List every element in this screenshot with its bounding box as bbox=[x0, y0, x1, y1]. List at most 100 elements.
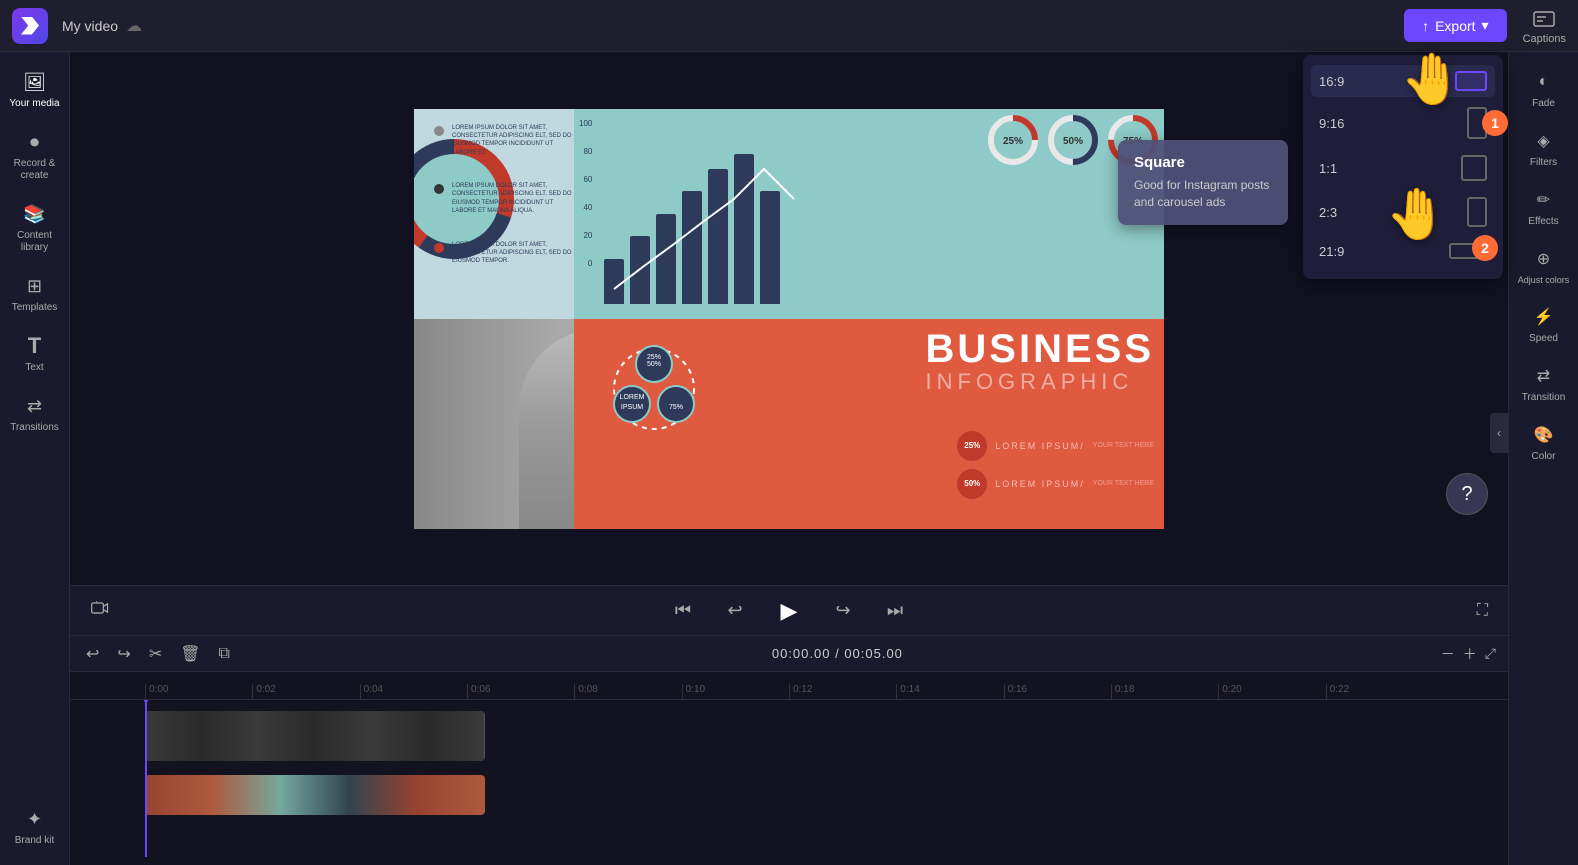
right-tool-transition[interactable]: ⇄ Transition bbox=[1514, 356, 1574, 411]
forward-button[interactable]: ↪ bbox=[827, 595, 859, 627]
tooltip-title: Square bbox=[1134, 154, 1272, 171]
canvas-area: LOREM IPSUM DOLOR SIT AMET, CONSECTETUR … bbox=[414, 109, 1164, 529]
timeline-toolbar: ↩ ↪ ✂ 🗑 ⧉ 00:00.00 / 00:05.00 － ＋ ⤢ bbox=[70, 636, 1508, 672]
ruler-mark: 0:02 bbox=[252, 684, 359, 699]
zoom-in-button[interactable]: ＋ bbox=[1463, 644, 1477, 664]
stat-circle-50: 50% bbox=[1047, 114, 1099, 166]
fade-icon: ◐ bbox=[1532, 70, 1556, 94]
zoom-out-button[interactable]: － bbox=[1441, 644, 1455, 664]
infographic-overlay: 100806040200 bbox=[574, 109, 1164, 529]
media-icon: 🖼 bbox=[23, 70, 47, 94]
delete-button[interactable]: 🗑 bbox=[176, 640, 204, 668]
skip-forward-button[interactable]: ⏭ bbox=[879, 595, 911, 627]
ruler-mark: 0:20 bbox=[1218, 684, 1325, 699]
scissors-button[interactable]: ✂ bbox=[145, 640, 166, 668]
sidebar-item-media[interactable]: 🖼 Your media bbox=[5, 62, 65, 118]
effects-icon: ✏ bbox=[1532, 188, 1556, 212]
bullet-dot bbox=[434, 243, 444, 253]
skip-back-button[interactable]: ⏮ bbox=[667, 595, 699, 627]
video-thumbnail bbox=[145, 711, 485, 761]
collapse-sidebar-button[interactable]: ‹ bbox=[1490, 413, 1508, 453]
right-tool-effects[interactable]: ✏ Effects bbox=[1514, 180, 1574, 235]
logo-shape bbox=[21, 17, 39, 35]
export-button[interactable]: ↑ Export ▾ bbox=[1404, 9, 1507, 42]
badge-2: 2 bbox=[1472, 235, 1498, 261]
transitions-icon: ⇄ bbox=[23, 394, 47, 418]
infographic-bottom: BUSINESS INFOGRAPHIC 25% LOREM bbox=[574, 319, 1164, 529]
ruler-mark: 0:06 bbox=[467, 684, 574, 699]
timeline-gutter bbox=[70, 708, 145, 857]
center-area: LOREM IPSUM DOLOR SIT AMET, CONSECTETUR … bbox=[70, 52, 1508, 865]
lorem-text-1: LOREM IPSUM DOLOR SIT AMET, CONSECTETUR … bbox=[452, 124, 572, 158]
sidebar-item-text[interactable]: T Text bbox=[5, 326, 65, 382]
speed-icon: ⚡ bbox=[1532, 305, 1556, 329]
biz-text: BUSINESS INFOGRAPHIC bbox=[926, 329, 1155, 395]
ruler-marks: 0:00 0:02 0:04 0:06 0:08 0:10 0:12 0:14 … bbox=[145, 684, 1433, 699]
right-tool-filters[interactable]: ◈ Filters bbox=[1514, 121, 1574, 176]
project-title: My video bbox=[62, 18, 118, 34]
sidebar-item-record[interactable]: ⏺ Record & create bbox=[5, 122, 65, 190]
ruler-mark: 0:18 bbox=[1111, 684, 1218, 699]
save-icon: ☁ bbox=[126, 16, 142, 36]
aspect-option-1-1[interactable]: 1:1 bbox=[1311, 149, 1495, 187]
ruler-mark: 0:00 bbox=[145, 684, 252, 699]
right-tool-speed[interactable]: ⚡ Speed bbox=[1514, 297, 1574, 352]
webcam-icon bbox=[90, 598, 110, 618]
timeline-ruler: 0:00 0:02 0:04 0:06 0:08 0:10 0:12 0:14 … bbox=[70, 672, 1508, 700]
chart-line bbox=[604, 154, 804, 304]
svg-text:25%: 25% bbox=[647, 354, 661, 361]
sidebar-item-content[interactable]: 📚 Content library bbox=[5, 194, 65, 262]
tooltip-square: Square Good for Instagram posts and caro… bbox=[1118, 140, 1288, 225]
sidebar-item-transitions[interactable]: ⇄ Transitions bbox=[5, 386, 65, 442]
hand-cursor-2: 🤚 bbox=[1386, 185, 1448, 244]
adjust-icon: ⊕ bbox=[1532, 247, 1556, 271]
timeline-time: 00:00.00 / 00:05.00 bbox=[244, 646, 1431, 661]
svg-text:75%: 75% bbox=[669, 404, 683, 411]
bullet-dot bbox=[434, 184, 444, 194]
lorem-text-2: LOREM IPSUM DOLOR SIT AMET, CONSECTETUR … bbox=[452, 182, 572, 216]
topbar: My video ☁ ↑ Export ▾ Captions bbox=[0, 0, 1578, 52]
audio-waveform bbox=[145, 775, 485, 815]
content-icon: 📚 bbox=[23, 202, 47, 226]
play-button[interactable]: ▶ bbox=[771, 593, 807, 629]
infographic-top: 100806040200 bbox=[574, 109, 1164, 319]
video-preview: LOREM IPSUM DOLOR SIT AMET, CONSECTETUR … bbox=[70, 52, 1508, 585]
text-icon: T bbox=[23, 334, 47, 358]
audio-track[interactable] bbox=[145, 775, 485, 815]
templates-icon: ⊞ bbox=[23, 274, 47, 298]
list-item: LOREM IPSUM DOLOR SIT AMET, CONSECTETUR … bbox=[434, 124, 572, 158]
captions-panel[interactable]: Captions bbox=[1523, 7, 1566, 45]
svg-text:50%: 50% bbox=[647, 361, 661, 368]
svg-text:LOREM: LOREM bbox=[620, 394, 645, 401]
transition-icon: ⇄ bbox=[1532, 364, 1556, 388]
list-item: 50% LOREM IPSUM/ YOUR TEXT HERE bbox=[957, 469, 1154, 499]
fit-button[interactable]: ⤢ bbox=[1485, 645, 1496, 662]
app-logo bbox=[12, 8, 48, 44]
aspect-box-2-3 bbox=[1467, 197, 1487, 227]
video-track[interactable] bbox=[145, 711, 485, 761]
audio-track-row bbox=[145, 767, 1508, 822]
filters-icon: ◈ bbox=[1532, 129, 1556, 153]
aspect-box-1-1 bbox=[1461, 155, 1487, 181]
fullscreen-button[interactable]: ⛶ bbox=[1477, 602, 1488, 620]
svg-text:25%: 25% bbox=[1003, 136, 1023, 147]
webcam-button[interactable] bbox=[90, 598, 110, 623]
bullet-dot bbox=[434, 126, 444, 136]
duplicate-button[interactable]: ⧉ bbox=[215, 641, 234, 667]
right-tool-adjust[interactable]: ⊕ Adjust colors bbox=[1514, 239, 1574, 293]
ruler-mark: 0:10 bbox=[682, 684, 789, 699]
timeline: ↩ ↪ ✂ 🗑 ⧉ 00:00.00 / 00:05.00 － ＋ ⤢ bbox=[70, 635, 1508, 865]
undo-button[interactable]: ↩ bbox=[82, 640, 103, 668]
ruler-mark: 0:04 bbox=[360, 684, 467, 699]
help-button[interactable]: ? bbox=[1446, 473, 1488, 515]
lorem-rows: 25% LOREM IPSUM/ YOUR TEXT HERE 50% LORE… bbox=[957, 431, 1154, 499]
playhead[interactable] bbox=[145, 700, 147, 857]
sidebar-item-templates[interactable]: ⊞ Templates bbox=[5, 266, 65, 322]
sidebar-item-brand[interactable]: ✦ Brand kit bbox=[5, 799, 65, 855]
redo-button[interactable]: ↪ bbox=[113, 640, 134, 668]
export-icon: ↑ bbox=[1422, 18, 1429, 34]
hand-cursor-1: 🤚 bbox=[1401, 50, 1463, 109]
rewind-button[interactable]: ↩ bbox=[719, 595, 751, 627]
right-tool-fade[interactable]: ◐ Fade bbox=[1514, 62, 1574, 117]
right-tool-color[interactable]: 🎨 Color bbox=[1514, 415, 1574, 470]
